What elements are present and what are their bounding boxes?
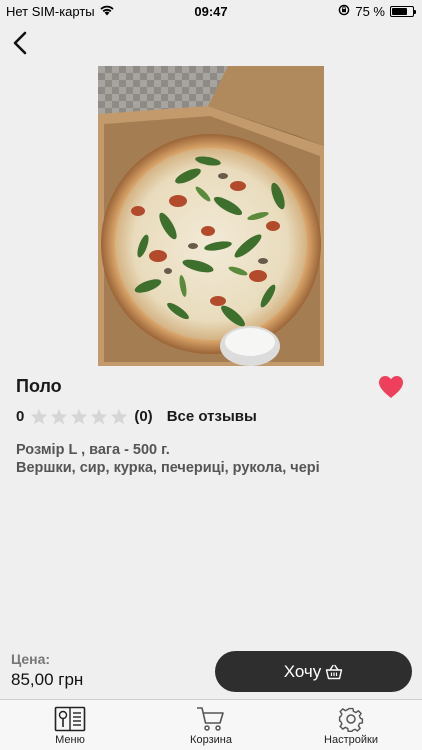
price-value: 85,00 грн xyxy=(11,670,84,689)
ingredients-text: Вершки, сир, курка, печериці, рукола, че… xyxy=(16,460,320,476)
star-icon xyxy=(91,408,108,424)
tab-cart[interactable]: Корзина xyxy=(161,706,261,746)
tab-settings[interactable]: Настройки xyxy=(301,706,401,746)
favorite-button[interactable] xyxy=(377,374,405,400)
product-image xyxy=(98,66,324,366)
battery-percent: 75 % xyxy=(355,4,385,19)
orientation-lock-icon xyxy=(338,4,350,19)
size-weight-text: Розмір L , вага - 500 г. xyxy=(16,442,170,458)
want-button[interactable]: Хочу xyxy=(215,651,412,692)
battery-level xyxy=(392,8,407,15)
star-icon xyxy=(51,408,68,424)
heart-icon xyxy=(379,376,403,398)
star-icon xyxy=(71,408,88,424)
want-button-label: Хочу xyxy=(283,661,322,681)
product-title: Поло xyxy=(16,376,62,396)
star-icon xyxy=(111,408,128,424)
tab-cart-label: Корзина xyxy=(190,734,232,746)
battery-icon xyxy=(390,6,416,17)
menu-book-icon xyxy=(54,706,86,732)
tab-bar: Меню Корзина Настройки xyxy=(0,699,422,750)
tab-menu-label: Меню xyxy=(55,734,85,746)
all-reviews-link[interactable]: Все отзывы xyxy=(167,408,257,425)
gear-icon xyxy=(338,707,364,732)
price-label: Цена: xyxy=(11,651,51,667)
status-right: 75 % xyxy=(338,4,416,19)
basket-icon xyxy=(326,664,343,679)
review-count: (0) xyxy=(134,407,153,425)
rating-stars xyxy=(30,408,128,425)
cart-icon xyxy=(197,707,224,731)
status-bar: Нет SIM-карты 09:47 75 % xyxy=(0,0,422,22)
rating-row: 0 (0) Все отзывы xyxy=(16,406,257,426)
chevron-left-icon xyxy=(13,31,27,55)
product-description: Розмір L , вага - 500 г. Вершки, сир, ку… xyxy=(16,441,320,477)
tab-menu[interactable]: Меню xyxy=(20,706,120,746)
back-button[interactable] xyxy=(10,30,32,56)
star-icon xyxy=(31,408,48,424)
rating-value: 0 xyxy=(16,407,25,425)
tab-settings-label: Настройки xyxy=(324,734,378,746)
